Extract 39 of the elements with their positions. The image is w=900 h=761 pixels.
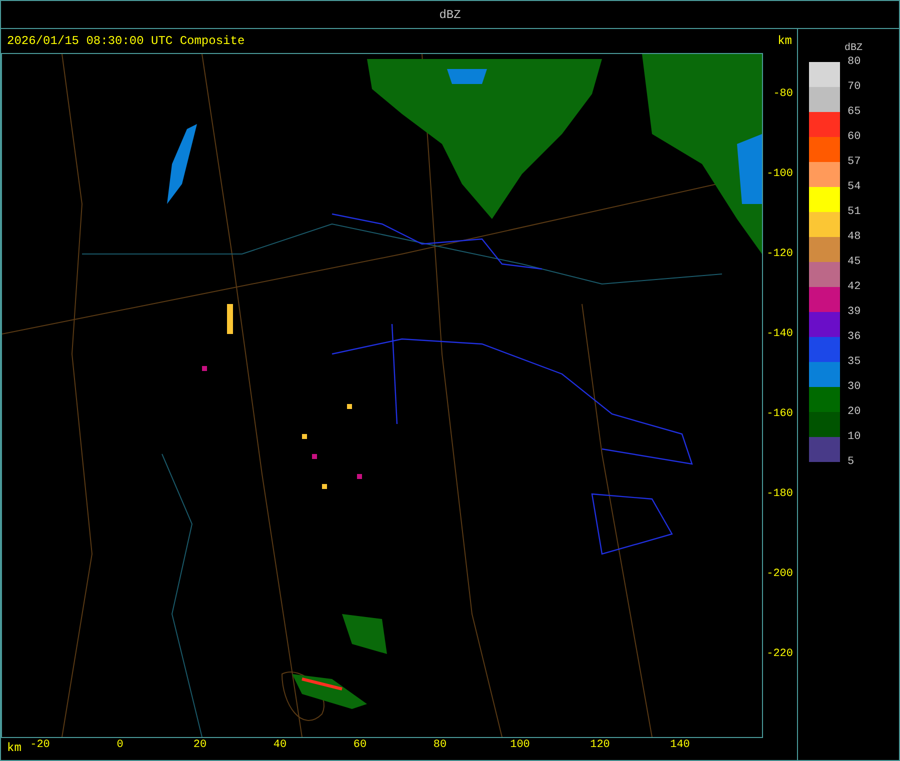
axis-tick-label: -20 [29,739,51,751]
legend-value: 48 [848,231,861,243]
legend-value: 54 [848,181,861,193]
axis-tick-label: 120 [589,739,611,751]
window-title: dBZ [439,8,461,22]
axis-tick-label: 0 [116,739,124,751]
axis-tick-label: -140 [766,327,793,341]
axis-unit-label: km [778,34,792,48]
legend-value: 57 [848,156,861,168]
axis-tick-label: -160 [766,407,793,421]
axis-unit-label: km [7,741,22,755]
axis-tick-label: 100 [509,739,531,751]
axis-tick-label: 140 [669,739,691,751]
legend-value: 70 [848,81,861,93]
axis-tick-label: -180 [766,487,793,501]
legend-value: 30 [848,381,861,393]
axis-tick-label: -220 [766,647,793,661]
legend-value: 45 [848,256,861,268]
legend-value: 5 [848,456,854,468]
legend-value: 60 [848,131,861,143]
axis-tick-label: 80 [432,739,448,751]
axis-tick-label: 20 [192,739,208,751]
axis-tick-label: -80 [773,87,793,101]
legend-value: 10 [848,431,861,443]
legend-value: 39 [848,306,861,318]
map-caption: 2026/01/15 08:30:00 UTC Composite [7,34,245,48]
legend-value: 36 [848,331,861,343]
axis-tick-label: -200 [766,567,793,581]
legend-value: 65 [848,106,861,118]
axis-tick-label: 60 [352,739,368,751]
legend-value: 20 [848,406,861,418]
axis-tick-label: 40 [272,739,288,751]
axis-tick-label: -100 [766,167,793,181]
axis-tick-label: -120 [766,247,793,261]
legend-value: 51 [848,206,861,218]
legend-value: 35 [848,356,861,368]
legend-value: 80 [848,56,861,68]
legend-title: dBZ [844,43,862,54]
legend-value: 42 [848,281,861,293]
